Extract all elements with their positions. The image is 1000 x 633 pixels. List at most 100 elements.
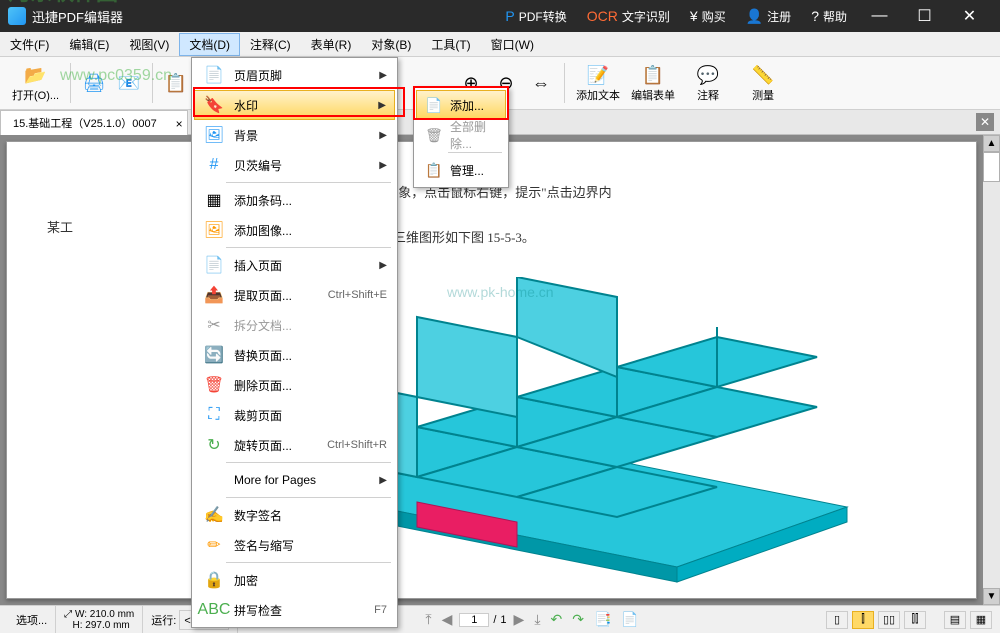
header-footer-icon: 📄 bbox=[202, 63, 226, 87]
menu-annotate[interactable]: 注释(C) bbox=[240, 33, 301, 56]
chevron-right-icon: ▶ bbox=[379, 260, 387, 271]
image-icon: 🖼 bbox=[202, 218, 226, 242]
prev-page-button[interactable]: ◀ bbox=[439, 611, 456, 628]
fit-icon: ⇔ bbox=[529, 71, 553, 95]
scroll-up-button[interactable]: ▲ bbox=[983, 135, 1000, 152]
document-tab[interactable]: 15.基础工程（V25.1.0）0007 × bbox=[0, 110, 188, 135]
open-button[interactable]: 📂 打开(O)... bbox=[8, 59, 63, 107]
minimize-button[interactable]: — bbox=[857, 0, 902, 32]
view-single-button[interactable]: ▯ bbox=[826, 611, 848, 629]
menu-spell-check[interactable]: ABC拼写检查F7 bbox=[194, 595, 395, 625]
menu-add-barcode[interactable]: ▦添加条码... bbox=[194, 185, 395, 215]
menu-document[interactable]: 文档(D) bbox=[179, 33, 240, 56]
menu-more-pages[interactable]: More for Pages▶ bbox=[194, 465, 395, 495]
bookmark-button[interactable]: 📑 bbox=[591, 611, 614, 628]
annotate-icon: 💬 bbox=[696, 63, 720, 87]
menu-crop-page[interactable]: ⛶裁剪页面 bbox=[194, 400, 395, 430]
add-text-button[interactable]: 📝 添加文本 bbox=[572, 59, 624, 107]
last-page-button[interactable]: ⤓ bbox=[531, 611, 543, 628]
delete-page-icon: 🗑 bbox=[202, 373, 226, 397]
nav-back-button[interactable]: ↶ bbox=[548, 611, 566, 628]
menu-extract-page[interactable]: 📤提取页面...Ctrl+Shift+E bbox=[194, 280, 395, 310]
next-page-button[interactable]: ▶ bbox=[511, 611, 528, 628]
register-button[interactable]: 👤注册 bbox=[736, 0, 801, 32]
menu-header-footer[interactable]: 📄页眉页脚▶ bbox=[194, 60, 395, 90]
watermark-submenu: 📄添加... 🗑全部删除... 📋管理... bbox=[413, 87, 509, 188]
document-menu-dropdown: 📄页眉页脚▶ 🔖水印▶ 🖼背景▶ #贝茨编号▶ ▦添加条码... 🖼添加图像..… bbox=[191, 57, 398, 628]
submenu-manage[interactable]: 📋管理... bbox=[416, 155, 506, 185]
maximize-button[interactable]: ☐ bbox=[902, 0, 947, 32]
pdf-convert-icon: P bbox=[505, 8, 514, 24]
vertical-scrollbar[interactable]: ▲ ▼ bbox=[983, 135, 1000, 605]
menu-separator bbox=[226, 182, 391, 183]
help-icon: ? bbox=[811, 8, 819, 24]
spellcheck-icon: ABC bbox=[202, 598, 226, 622]
watermark-url: www.pc0359.cn bbox=[60, 67, 172, 85]
delete-all-icon: 🗑 bbox=[424, 125, 444, 145]
extract-icon: 📤 bbox=[202, 283, 226, 307]
edit-form-button[interactable]: 📋 编辑表单 bbox=[627, 59, 679, 107]
menu-background[interactable]: 🖼背景▶ bbox=[194, 120, 395, 150]
view-continuous-button[interactable]: ⫿ bbox=[852, 611, 874, 629]
menu-add-image[interactable]: 🖼添加图像... bbox=[194, 215, 395, 245]
menu-window[interactable]: 窗口(W) bbox=[481, 33, 544, 56]
dimensions-display: ⤢ W: 210.0 mm H: 297.0 mm bbox=[56, 606, 143, 633]
background-icon: 🖼 bbox=[202, 123, 226, 147]
close-button[interactable]: ✕ bbox=[947, 0, 992, 32]
measure-button[interactable]: 📏 测量 bbox=[737, 59, 789, 107]
scroll-track[interactable] bbox=[983, 152, 1000, 588]
menu-view[interactable]: 视图(V) bbox=[119, 33, 179, 56]
menu-object[interactable]: 对象(B) bbox=[361, 33, 421, 56]
menu-watermark[interactable]: 🔖水印▶ bbox=[194, 90, 395, 120]
scroll-thumb[interactable] bbox=[983, 152, 1000, 182]
first-page-button[interactable]: ⤒ bbox=[422, 611, 434, 628]
menu-replace-page[interactable]: 🔄替换页面... bbox=[194, 340, 395, 370]
menu-rotate-page[interactable]: ↻旋转页面...Ctrl+Shift+R bbox=[194, 430, 395, 460]
replace-icon: 🔄 bbox=[202, 343, 226, 367]
menu-form[interactable]: 表单(R) bbox=[301, 33, 362, 56]
menu-tools[interactable]: 工具(T) bbox=[421, 33, 480, 56]
thumbnail-button[interactable]: 📄 bbox=[618, 611, 641, 628]
menu-split-doc[interactable]: ✂拆分文档... bbox=[194, 310, 395, 340]
options-button[interactable]: 选项... bbox=[8, 606, 56, 633]
tab-close-icon[interactable]: × bbox=[176, 117, 183, 131]
ocr-button[interactable]: OCR文字识别 bbox=[577, 0, 680, 32]
menu-delete-page[interactable]: 🗑删除页面... bbox=[194, 370, 395, 400]
close-all-tabs-button[interactable]: ✕ bbox=[976, 113, 994, 131]
page-number-input[interactable] bbox=[459, 613, 489, 627]
menu-bar: 文件(F) 编辑(E) 视图(V) 文档(D) 注释(C) 表单(R) 对象(B… bbox=[0, 32, 1000, 57]
menu-file[interactable]: 文件(F) bbox=[0, 33, 59, 56]
submenu-delete-all[interactable]: 🗑全部删除... bbox=[416, 120, 506, 150]
submenu-add[interactable]: 📄添加... bbox=[416, 90, 506, 120]
menu-separator bbox=[226, 562, 391, 563]
buy-button[interactable]: ¥购买 bbox=[680, 0, 736, 32]
pdf-convert-button[interactable]: PPDF转换 bbox=[495, 0, 576, 32]
annotate-button[interactable]: 💬 注释 bbox=[682, 59, 734, 107]
view-facing-continuous-button[interactable]: ⫿⫿ bbox=[904, 611, 926, 629]
measure-icon: 📏 bbox=[751, 63, 775, 87]
ocr-icon: OCR bbox=[587, 8, 618, 24]
fit-width-button[interactable]: ⇔ bbox=[525, 62, 557, 104]
watermark-site-logo: 河东软件园 bbox=[8, 0, 118, 7]
layout-button-1[interactable]: ▤ bbox=[944, 611, 966, 629]
help-button[interactable]: ?帮助 bbox=[801, 0, 857, 32]
edit-form-icon: 📋 bbox=[641, 63, 665, 87]
menu-edit[interactable]: 编辑(E) bbox=[59, 33, 119, 56]
menu-encrypt[interactable]: 🔒加密 bbox=[194, 565, 395, 595]
user-icon: 👤 bbox=[746, 8, 763, 25]
nav-forward-button[interactable]: ↷ bbox=[569, 611, 587, 628]
add-text-icon: 📝 bbox=[586, 63, 610, 87]
menu-bates-number[interactable]: #贝茨编号▶ bbox=[194, 150, 395, 180]
add-icon: 📄 bbox=[424, 95, 444, 115]
menu-insert-page[interactable]: 📄插入页面▶ bbox=[194, 250, 395, 280]
app-title: 迅捷PDF编辑器 bbox=[32, 7, 123, 26]
page-view[interactable]: 隐藏不需要的线条"，选择对象，点击鼠标右键，提示"点击边界内 某工 ，布置的满堂… bbox=[6, 141, 977, 599]
layout-button-2[interactable]: ▦ bbox=[970, 611, 992, 629]
document-text-line2: 某工 bbox=[47, 217, 73, 236]
scroll-down-button[interactable]: ▼ bbox=[983, 588, 1000, 605]
view-facing-button[interactable]: ▯▯ bbox=[878, 611, 900, 629]
menu-digital-sign[interactable]: ✍数字签名 bbox=[194, 500, 395, 530]
menu-sign-initial[interactable]: ✏签名与缩写 bbox=[194, 530, 395, 560]
submenu-separator bbox=[448, 152, 502, 153]
currency-icon: ¥ bbox=[690, 8, 698, 24]
